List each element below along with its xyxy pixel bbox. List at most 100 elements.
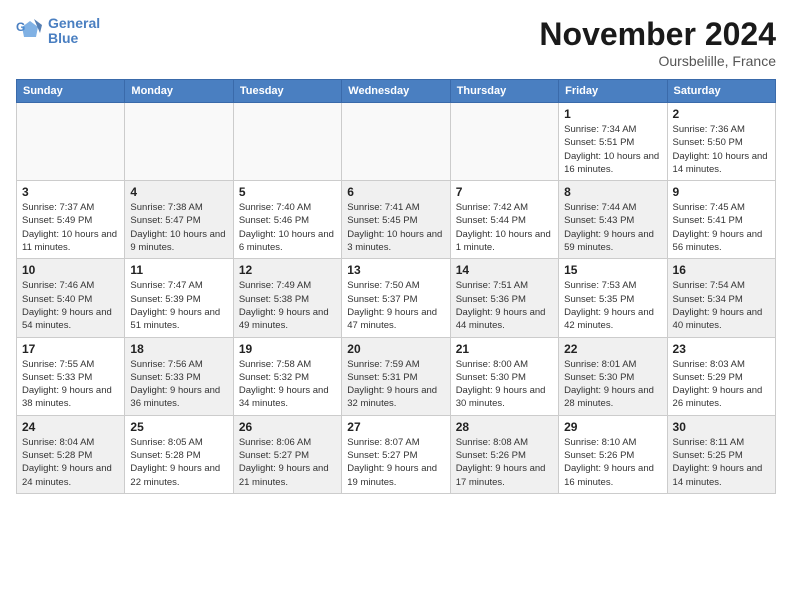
- header-row: Sunday Monday Tuesday Wednesday Thursday…: [17, 80, 776, 103]
- day-number: 5: [239, 185, 336, 199]
- day-number: 14: [456, 263, 553, 277]
- calendar-cell: 2 Sunrise: 7:36 AM Sunset: 5:50 PM Daylig…: [667, 103, 775, 181]
- day-info: Sunrise: 7:44 AM Sunset: 5:43 PM Dayligh…: [564, 201, 661, 254]
- day-info: Sunrise: 7:59 AM Sunset: 5:31 PM Dayligh…: [347, 358, 444, 411]
- calendar-page: G General Blue November 2024 Oursbelille…: [0, 0, 792, 612]
- day-number: 10: [22, 263, 119, 277]
- day-number: 7: [456, 185, 553, 199]
- week-row-3: 10 Sunrise: 7:46 AM Sunset: 5:40 PM Dayli…: [17, 259, 776, 337]
- col-thursday: Thursday: [450, 80, 558, 103]
- day-info: Sunrise: 7:49 AM Sunset: 5:38 PM Dayligh…: [239, 279, 336, 332]
- col-monday: Monday: [125, 80, 233, 103]
- day-info: Sunrise: 7:56 AM Sunset: 5:33 PM Dayligh…: [130, 358, 227, 411]
- calendar-cell: 7 Sunrise: 7:42 AM Sunset: 5:44 PM Daylig…: [450, 181, 558, 259]
- day-number: 11: [130, 263, 227, 277]
- day-info: Sunrise: 7:37 AM Sunset: 5:49 PM Dayligh…: [22, 201, 119, 254]
- day-info: Sunrise: 7:46 AM Sunset: 5:40 PM Dayligh…: [22, 279, 119, 332]
- day-info: Sunrise: 7:54 AM Sunset: 5:34 PM Dayligh…: [673, 279, 770, 332]
- calendar-cell: 30 Sunrise: 8:11 AM Sunset: 5:25 PM Dayli…: [667, 415, 775, 493]
- calendar-cell: 22 Sunrise: 8:01 AM Sunset: 5:30 PM Dayli…: [559, 337, 667, 415]
- calendar-cell: 20Sunrise: 7:59 AM Sunset: 5:31 PM Dayli…: [342, 337, 450, 415]
- col-saturday: Saturday: [667, 80, 775, 103]
- calendar-cell: [342, 103, 450, 181]
- calendar-cell: 25 Sunrise: 8:05 AM Sunset: 5:28 PM Dayli…: [125, 415, 233, 493]
- day-number: 1: [564, 107, 661, 121]
- day-info: Sunrise: 8:07 AM Sunset: 5:27 PM Dayligh…: [347, 436, 444, 489]
- day-number: 2: [673, 107, 770, 121]
- day-number: 18: [130, 342, 227, 356]
- calendar-cell: 1 Sunrise: 7:34 AM Sunset: 5:51 PM Daylig…: [559, 103, 667, 181]
- calendar-cell: 3Sunrise: 7:37 AM Sunset: 5:49 PM Daylig…: [17, 181, 125, 259]
- logo-text-blue: Blue: [48, 30, 78, 46]
- logo: G General Blue: [16, 16, 100, 47]
- day-number: 28: [456, 420, 553, 434]
- week-row-5: 24Sunrise: 8:04 AM Sunset: 5:28 PM Dayli…: [17, 415, 776, 493]
- col-wednesday: Wednesday: [342, 80, 450, 103]
- day-info: Sunrise: 7:41 AM Sunset: 5:45 PM Dayligh…: [347, 201, 444, 254]
- calendar-cell: 19Sunrise: 7:58 AM Sunset: 5:32 PM Dayli…: [233, 337, 341, 415]
- col-friday: Friday: [559, 80, 667, 103]
- day-number: 30: [673, 420, 770, 434]
- week-row-2: 3Sunrise: 7:37 AM Sunset: 5:49 PM Daylig…: [17, 181, 776, 259]
- day-info: Sunrise: 7:36 AM Sunset: 5:50 PM Dayligh…: [673, 123, 770, 176]
- month-title: November 2024: [539, 16, 776, 53]
- calendar-cell: 13 Sunrise: 7:50 AM Sunset: 5:37 PM Dayli…: [342, 259, 450, 337]
- logo-icon: G: [16, 17, 44, 45]
- day-info: Sunrise: 7:42 AM Sunset: 5:44 PM Dayligh…: [456, 201, 553, 254]
- day-info: Sunrise: 8:05 AM Sunset: 5:28 PM Dayligh…: [130, 436, 227, 489]
- calendar-cell: 12 Sunrise: 7:49 AM Sunset: 5:38 PM Dayli…: [233, 259, 341, 337]
- day-number: 12: [239, 263, 336, 277]
- calendar-cell: 16Sunrise: 7:54 AM Sunset: 5:34 PM Dayli…: [667, 259, 775, 337]
- day-number: 29: [564, 420, 661, 434]
- calendar-cell: 6 Sunrise: 7:41 AM Sunset: 5:45 PM Daylig…: [342, 181, 450, 259]
- calendar-cell: 18 Sunrise: 7:56 AM Sunset: 5:33 PM Dayli…: [125, 337, 233, 415]
- day-number: 26: [239, 420, 336, 434]
- day-number: 15: [564, 263, 661, 277]
- calendar-cell: 5 Sunrise: 7:40 AM Sunset: 5:46 PM Daylig…: [233, 181, 341, 259]
- day-number: 23: [673, 342, 770, 356]
- day-number: 13: [347, 263, 444, 277]
- calendar-cell: [125, 103, 233, 181]
- day-info: Sunrise: 7:34 AM Sunset: 5:51 PM Dayligh…: [564, 123, 661, 176]
- calendar-cell: 17 Sunrise: 7:55 AM Sunset: 5:33 PM Dayli…: [17, 337, 125, 415]
- calendar-cell: [17, 103, 125, 181]
- day-number: 25: [130, 420, 227, 434]
- calendar-cell: 28 Sunrise: 8:08 AM Sunset: 5:26 PM Dayli…: [450, 415, 558, 493]
- calendar-cell: 23 Sunrise: 8:03 AM Sunset: 5:29 PM Dayli…: [667, 337, 775, 415]
- calendar-cell: 14 Sunrise: 7:51 AM Sunset: 5:36 PM Dayli…: [450, 259, 558, 337]
- calendar-cell: 24Sunrise: 8:04 AM Sunset: 5:28 PM Dayli…: [17, 415, 125, 493]
- calendar-cell: 27 Sunrise: 8:07 AM Sunset: 5:27 PM Dayli…: [342, 415, 450, 493]
- day-info: Sunrise: 8:01 AM Sunset: 5:30 PM Dayligh…: [564, 358, 661, 411]
- day-number: 6: [347, 185, 444, 199]
- day-info: Sunrise: 7:40 AM Sunset: 5:46 PM Dayligh…: [239, 201, 336, 254]
- calendar-cell: 4Sunrise: 7:38 AM Sunset: 5:47 PM Daylig…: [125, 181, 233, 259]
- day-info: Sunrise: 8:03 AM Sunset: 5:29 PM Dayligh…: [673, 358, 770, 411]
- day-info: Sunrise: 8:06 AM Sunset: 5:27 PM Dayligh…: [239, 436, 336, 489]
- week-row-4: 17 Sunrise: 7:55 AM Sunset: 5:33 PM Dayli…: [17, 337, 776, 415]
- calendar-cell: [233, 103, 341, 181]
- day-info: Sunrise: 7:53 AM Sunset: 5:35 PM Dayligh…: [564, 279, 661, 332]
- calendar-table: Sunday Monday Tuesday Wednesday Thursday…: [16, 79, 776, 494]
- day-info: Sunrise: 8:10 AM Sunset: 5:26 PM Dayligh…: [564, 436, 661, 489]
- day-info: Sunrise: 7:45 AM Sunset: 5:41 PM Dayligh…: [673, 201, 770, 254]
- day-number: 19: [239, 342, 336, 356]
- col-tuesday: Tuesday: [233, 80, 341, 103]
- day-info: Sunrise: 8:08 AM Sunset: 5:26 PM Dayligh…: [456, 436, 553, 489]
- day-number: 24: [22, 420, 119, 434]
- day-number: 22: [564, 342, 661, 356]
- day-info: Sunrise: 7:47 AM Sunset: 5:39 PM Dayligh…: [130, 279, 227, 332]
- calendar-cell: 21Sunrise: 8:00 AM Sunset: 5:30 PM Dayli…: [450, 337, 558, 415]
- calendar-cell: 15 Sunrise: 7:53 AM Sunset: 5:35 PM Dayli…: [559, 259, 667, 337]
- day-info: Sunrise: 7:51 AM Sunset: 5:36 PM Dayligh…: [456, 279, 553, 332]
- day-number: 27: [347, 420, 444, 434]
- logo-text-general: General: [48, 15, 100, 31]
- col-sunday: Sunday: [17, 80, 125, 103]
- day-number: 17: [22, 342, 119, 356]
- day-info: Sunrise: 7:50 AM Sunset: 5:37 PM Dayligh…: [347, 279, 444, 332]
- calendar-cell: 10 Sunrise: 7:46 AM Sunset: 5:40 PM Dayli…: [17, 259, 125, 337]
- calendar-cell: 9Sunrise: 7:45 AM Sunset: 5:41 PM Daylig…: [667, 181, 775, 259]
- day-info: Sunrise: 8:00 AM Sunset: 5:30 PM Dayligh…: [456, 358, 553, 411]
- day-info: Sunrise: 7:55 AM Sunset: 5:33 PM Dayligh…: [22, 358, 119, 411]
- week-row-1: 1 Sunrise: 7:34 AM Sunset: 5:51 PM Daylig…: [17, 103, 776, 181]
- day-info: Sunrise: 8:11 AM Sunset: 5:25 PM Dayligh…: [673, 436, 770, 489]
